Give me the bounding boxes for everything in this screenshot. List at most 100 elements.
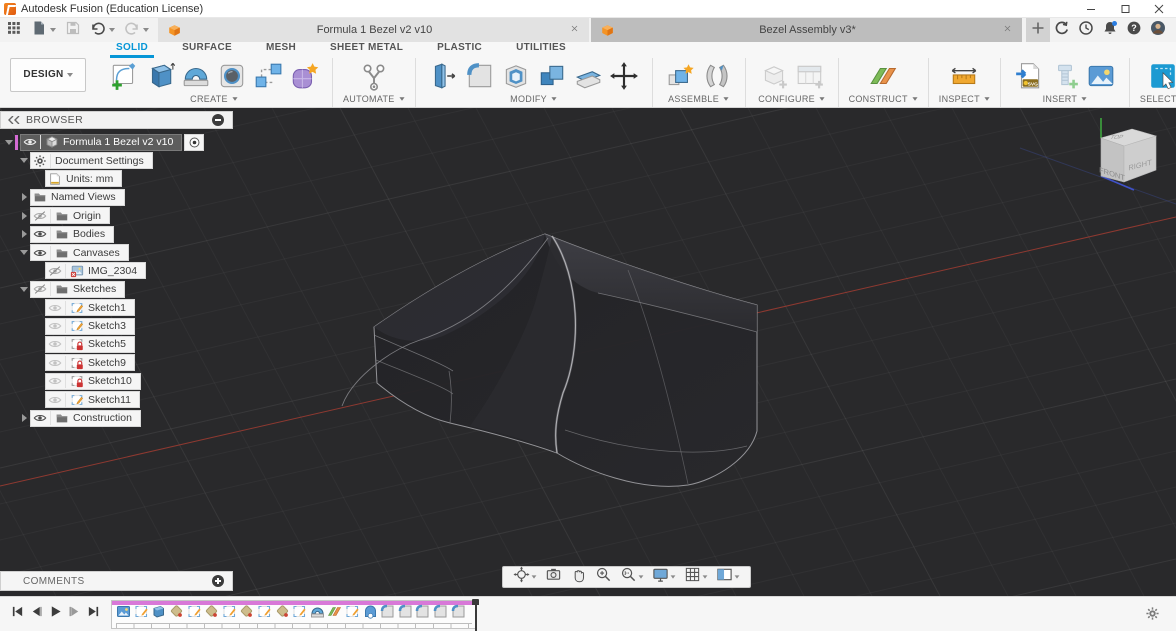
ribbon-tab-sheet-metal[interactable]: SHEET METAL bbox=[324, 41, 409, 58]
zoom-button[interactable] bbox=[591, 566, 616, 588]
orbit-button[interactable] bbox=[509, 566, 541, 588]
browser-node[interactable]: Units: mm bbox=[45, 170, 122, 187]
visibility-eye-dim-icon[interactable] bbox=[48, 319, 66, 333]
rectangular-pattern-icon[interactable] bbox=[253, 61, 283, 91]
fillet-icon[interactable] bbox=[465, 61, 495, 91]
browser-row-sketch3[interactable]: Sketch3 bbox=[0, 317, 240, 335]
insert-fastener-icon[interactable] bbox=[1050, 61, 1080, 91]
timeline-feature-fillet[interactable] bbox=[432, 604, 450, 624]
browser-row-construction[interactable]: Construction bbox=[0, 409, 240, 427]
browser-row-sketches[interactable]: Sketches bbox=[0, 280, 240, 298]
tree-expander[interactable] bbox=[19, 230, 29, 238]
viewport[interactable]: TOP FRONT RIGHT BROWSER Formula 1 Bezel … bbox=[0, 108, 1176, 596]
insert-svg-icon[interactable]: SVG bbox=[1014, 61, 1044, 91]
configuration-table-icon[interactable] bbox=[795, 61, 825, 91]
timeline-feature-fillet[interactable] bbox=[397, 604, 415, 624]
maximize-button[interactable] bbox=[1108, 0, 1142, 18]
document-tab[interactable]: Formula 1 Bezel v2 v10 bbox=[158, 18, 589, 42]
tree-expander[interactable] bbox=[19, 193, 29, 201]
visibility-eye-dim-icon[interactable] bbox=[48, 374, 66, 388]
visibility-eye-icon[interactable] bbox=[33, 227, 51, 241]
timeline-feature-fillet[interactable] bbox=[449, 604, 467, 624]
timeline-feature-patch[interactable] bbox=[238, 604, 256, 624]
ribbon-group-label[interactable]: SELECT bbox=[1140, 94, 1176, 104]
skip-start-button[interactable] bbox=[8, 605, 27, 623]
tree-expander[interactable] bbox=[19, 414, 29, 422]
app-launcher-button[interactable] bbox=[6, 20, 22, 41]
browser-row-canvases[interactable]: Canvases bbox=[0, 243, 240, 261]
tree-expander[interactable] bbox=[19, 250, 29, 255]
timeline-feature-fillet[interactable] bbox=[414, 604, 432, 624]
browser-node[interactable]: Sketch3 bbox=[45, 318, 135, 335]
ribbon-group-label[interactable]: INSPECT bbox=[939, 94, 990, 104]
ribbon-tab-solid[interactable]: SOLID bbox=[110, 41, 154, 58]
notifications-button[interactable] bbox=[1098, 18, 1122, 42]
ribbon-group-label[interactable]: CREATE bbox=[190, 94, 238, 104]
browser-row-document-settings[interactable]: Document Settings bbox=[0, 151, 240, 169]
browser-node[interactable]: Sketch5 bbox=[45, 336, 135, 353]
split-body-icon[interactable] bbox=[573, 61, 603, 91]
timeline-feature-sketch[interactable] bbox=[133, 604, 151, 624]
browser-row-sketch11[interactable]: Sketch11 bbox=[0, 390, 240, 408]
tree-expander[interactable] bbox=[4, 140, 14, 145]
comments-bar[interactable]: COMMENTS bbox=[0, 571, 233, 591]
browser-row-sketch5[interactable]: Sketch5 bbox=[0, 335, 240, 353]
browser-node[interactable]: Document Settings bbox=[30, 152, 153, 169]
select-icon[interactable] bbox=[1148, 61, 1176, 91]
visibility-eye-icon[interactable] bbox=[33, 411, 51, 425]
timeline-feature-patch[interactable] bbox=[168, 604, 186, 624]
minimize-button[interactable] bbox=[1074, 0, 1108, 18]
timeline-settings-gear-icon[interactable] bbox=[1145, 606, 1160, 626]
timeline-feature-sketch[interactable] bbox=[344, 604, 362, 624]
timeline-feature-sketch[interactable] bbox=[291, 604, 309, 624]
timeline-feature-sketch[interactable] bbox=[221, 604, 239, 624]
add-comment-button[interactable] bbox=[212, 575, 224, 587]
visibility-eye-off-icon[interactable] bbox=[33, 282, 51, 296]
browser-row-sketch10[interactable]: Sketch10 bbox=[0, 372, 240, 390]
timeline-feature-patch[interactable] bbox=[203, 604, 221, 624]
insert-canvas-icon[interactable] bbox=[1086, 61, 1116, 91]
joint-icon[interactable] bbox=[702, 61, 732, 91]
new-tab-button[interactable] bbox=[1026, 18, 1050, 42]
step-back-button[interactable] bbox=[27, 605, 46, 623]
browser-node[interactable]: Sketch11 bbox=[45, 391, 140, 408]
help-button[interactable]: ? bbox=[1122, 18, 1146, 42]
collapse-panel-icon[interactable] bbox=[8, 116, 20, 124]
redo-button[interactable] bbox=[124, 20, 149, 41]
configuration-icon[interactable] bbox=[759, 61, 789, 91]
browser-node[interactable]: Canvases bbox=[30, 244, 129, 261]
ribbon-group-label[interactable]: MODIFY bbox=[510, 94, 557, 104]
tree-expander[interactable] bbox=[19, 212, 29, 220]
browser-node[interactable]: Named Views bbox=[30, 189, 125, 206]
viewports-button[interactable] bbox=[712, 566, 744, 588]
step-forward-button[interactable] bbox=[65, 605, 84, 623]
recent-files-button[interactable] bbox=[1074, 18, 1098, 42]
construction-plane-icon[interactable] bbox=[868, 61, 898, 91]
job-status-button[interactable] bbox=[1050, 18, 1074, 42]
file-new-button[interactable] bbox=[31, 20, 56, 41]
ribbon-group-label[interactable]: INSERT bbox=[1043, 94, 1088, 104]
create-form-icon[interactable] bbox=[289, 61, 319, 91]
model-body[interactable] bbox=[342, 234, 757, 486]
browser-row-named-views[interactable]: Named Views bbox=[0, 188, 240, 206]
ribbon-group-label[interactable]: ASSEMBLE bbox=[668, 94, 729, 104]
ribbon-group-label[interactable]: CONFIGURE bbox=[758, 94, 825, 104]
viewcube[interactable]: TOP FRONT RIGHT bbox=[1074, 116, 1166, 202]
measure-icon[interactable] bbox=[949, 61, 979, 91]
timeline-feature-extrude[interactable] bbox=[150, 604, 168, 624]
timeline-feature-fillet[interactable] bbox=[379, 604, 397, 624]
pan-button[interactable] bbox=[566, 566, 591, 588]
timeline-feature-patch[interactable] bbox=[273, 604, 291, 624]
tree-expander[interactable] bbox=[19, 287, 29, 292]
ribbon-tab-utilities[interactable]: UTILITIES bbox=[510, 41, 572, 58]
browser-node[interactable]: Bodies bbox=[30, 226, 114, 243]
timeline-feature-canvas[interactable] bbox=[115, 604, 133, 624]
browser-node[interactable]: Formula 1 Bezel v2 v10 bbox=[20, 134, 182, 151]
display-settings-button[interactable] bbox=[648, 566, 680, 588]
new-component-icon[interactable] bbox=[666, 61, 696, 91]
timeline-feature-sketch[interactable] bbox=[256, 604, 274, 624]
visibility-eye-dim-icon[interactable] bbox=[48, 356, 66, 370]
timeline-feature-plane[interactable] bbox=[326, 604, 344, 624]
play-button[interactable] bbox=[46, 605, 65, 623]
grid-settings-button[interactable] bbox=[680, 566, 712, 588]
